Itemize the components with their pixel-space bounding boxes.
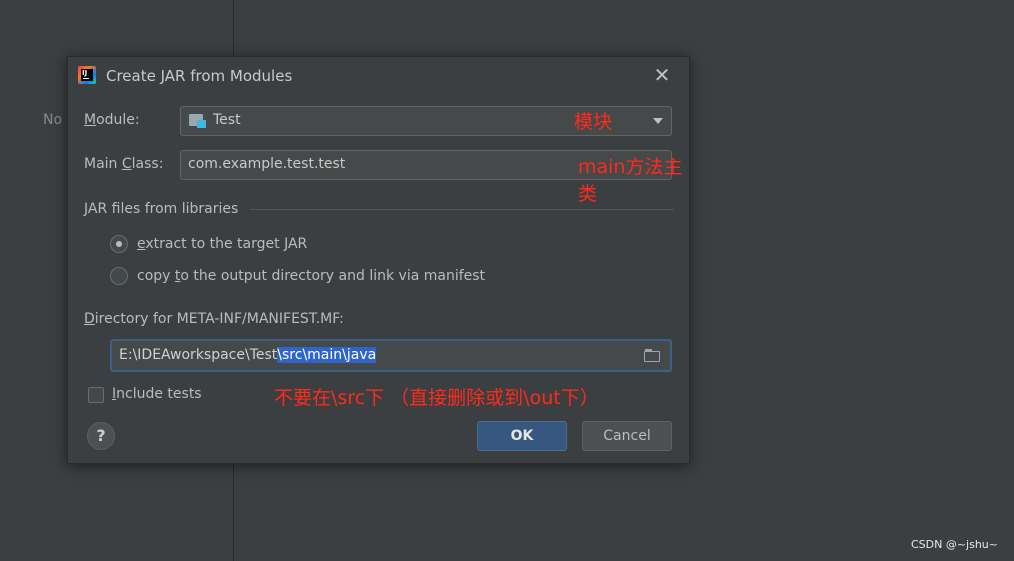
copy-radio-label[interactable]: copy to the output directory and link vi…	[137, 268, 485, 284]
extract-radio-label[interactable]: extract to the target JAR	[137, 236, 307, 252]
selected-text: \src\main\java	[277, 347, 377, 363]
section-divider	[250, 209, 674, 210]
ok-button[interactable]: OK	[477, 421, 567, 451]
jar-libraries-section-title: JAR files from libraries	[84, 201, 239, 217]
module-value: Test	[213, 112, 241, 128]
include-tests-annotation: 不要在\src下 （直接删除或到\out下）	[274, 387, 599, 409]
browse-folder-icon[interactable]	[644, 349, 662, 363]
create-jar-dialog: IJ Create JAR from Modules ✕ Module: Tes…	[67, 56, 690, 464]
background-partial-text: No	[43, 112, 63, 128]
app-icon-text: IJ	[81, 69, 93, 81]
dialog-title: Create JAR from Modules	[106, 67, 293, 85]
dialog-titlebar: IJ Create JAR from Modules ✕	[68, 57, 689, 95]
manifest-dir-input[interactable]: E:\IDEAworkspace\Test\src\main\java	[110, 339, 672, 372]
module-folder-icon	[189, 114, 207, 129]
help-button[interactable]: ?	[87, 422, 115, 450]
module-annotation: 模块	[574, 111, 613, 133]
close-icon[interactable]: ✕	[653, 65, 671, 85]
intellij-app-icon: IJ	[78, 66, 96, 84]
cancel-button[interactable]: Cancel	[582, 421, 672, 451]
watermark: CSDN @~jshu~	[910, 538, 998, 551]
include-tests-label[interactable]: Include tests	[112, 386, 202, 402]
main-class-label: Main Class:	[84, 156, 164, 172]
include-tests-checkbox[interactable]	[88, 387, 104, 403]
main-class-value: com.example.test.test	[188, 156, 346, 172]
manifest-dir-value: E:\IDEAworkspace\Test\src\main\java	[119, 347, 377, 363]
main-class-annotation: main方法主类	[578, 156, 683, 205]
manifest-dir-label: Directory for META-INF/MANIFEST.MF:	[84, 311, 344, 327]
copy-radio[interactable]	[110, 267, 128, 285]
extract-radio[interactable]	[110, 235, 128, 253]
chevron-down-icon[interactable]	[653, 118, 663, 124]
module-label: Module:	[84, 112, 140, 128]
